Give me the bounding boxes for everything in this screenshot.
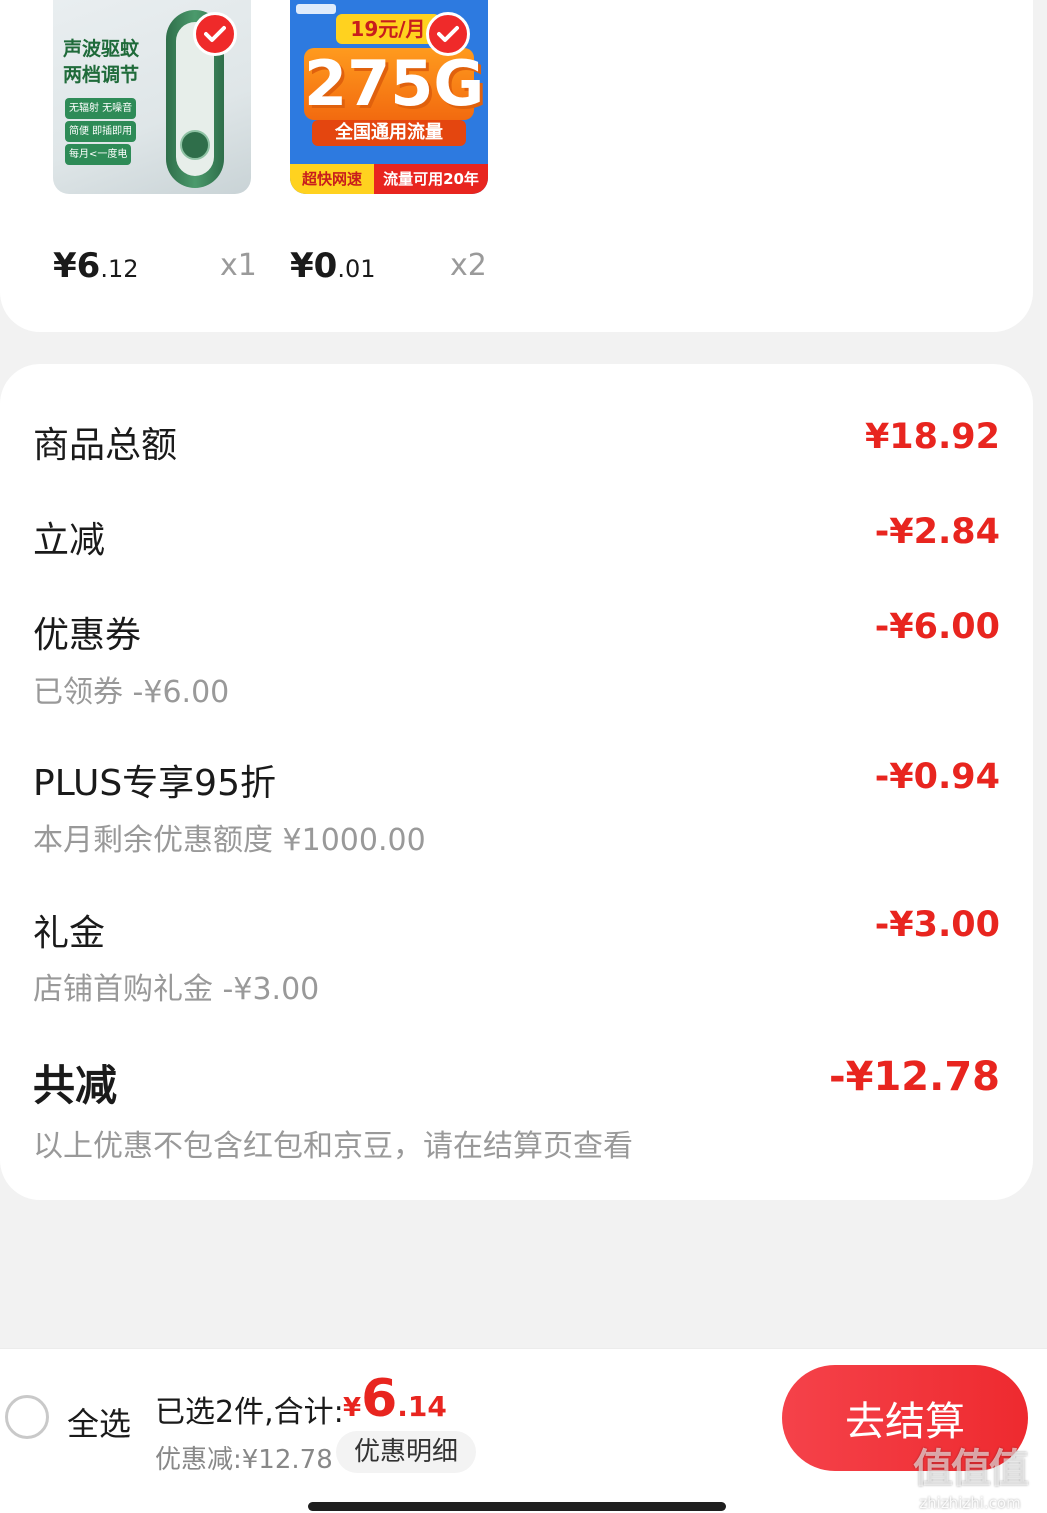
plan-price-tag: 19元/月	[336, 14, 440, 44]
home-indicator[interactable]	[308, 1502, 726, 1511]
discount-amount-text: 优惠减:¥12.78	[155, 1445, 333, 1475]
gift-sub: 店铺首购礼金 -¥3.00	[33, 972, 320, 1007]
total-amount: ¥6.14	[343, 1369, 447, 1429]
product-tag: 无辐射 无噪音	[65, 98, 137, 119]
product-quantity: x2	[450, 248, 487, 283]
plan-tag-speed: 超快网速	[290, 164, 374, 194]
instant-cut-value: -¥2.84	[874, 512, 1000, 552]
plus-discount-sub: 本月剩余优惠额度 ¥1000.00	[33, 823, 426, 858]
product-tag: 每月<一度电	[65, 144, 132, 165]
carrier-logo	[296, 4, 336, 14]
goods-total-value: ¥18.92	[864, 417, 1000, 457]
watermark-logo: 值值值	[913, 1446, 1029, 1492]
total-decimal: .14	[397, 1390, 447, 1423]
product-image-line1: 声波驱蚊	[63, 38, 140, 60]
total-cut-value: -¥12.78	[829, 1054, 1000, 1100]
coupon-sub: 已领券 -¥6.00	[33, 675, 230, 710]
product-price: ¥0.01	[290, 246, 376, 286]
coupon-value: -¥6.00	[874, 607, 1000, 647]
total-cut-label: 共减	[33, 1061, 118, 1110]
discount-detail-button[interactable]: 优惠明细	[336, 1431, 477, 1473]
plan-tag-duration: 流量可用20年	[374, 164, 488, 194]
price-integer: ¥6	[53, 246, 101, 286]
currency-symbol: ¥	[343, 1393, 362, 1423]
plus-discount-value: -¥0.94	[874, 757, 1000, 797]
discount-note: 以上优惠不包含红包和京豆，请在结算页查看	[33, 1129, 633, 1164]
site-watermark: 值值值 zhizhizhi.com	[901, 1436, 1039, 1512]
price-integer: ¥0	[290, 246, 338, 286]
product-quantity: x1	[220, 248, 257, 283]
product-price: ¥6.12	[53, 246, 139, 286]
selected-check-icon[interactable]	[426, 12, 470, 56]
price-decimal: .12	[100, 255, 139, 283]
instant-cut-label: 立减	[33, 520, 106, 561]
select-all-checkbox[interactable]	[5, 1395, 49, 1439]
total-integer: 6	[361, 1369, 398, 1429]
watermark-url: zhizhizhi.com	[919, 1494, 1021, 1512]
checkout-bar: 全选 已选2件,合计: ¥6.14 优惠减:¥12.78 优惠明细 去结算	[0, 1348, 1047, 1513]
discount-summary-card: 商品总额 ¥18.92 立减 -¥2.84 优惠券 -¥6.00 已领券 -¥6…	[0, 364, 1033, 1200]
product-image-data-plan[interactable]: 19元/月 275G 全国通用流量 超快网速 流量可用20年	[290, 0, 488, 194]
price-decimal: .01	[337, 255, 376, 283]
gift-value: -¥3.00	[874, 905, 1000, 945]
selected-check-icon[interactable]	[193, 12, 237, 56]
plan-subtitle: 全国通用流量	[312, 120, 466, 146]
goods-total-label: 商品总额	[33, 425, 178, 466]
plus-discount-label: PLUS专享95折	[33, 763, 276, 804]
gift-label: 礼金	[33, 913, 106, 954]
select-all-label[interactable]: 全选	[67, 1399, 131, 1445]
plan-data-amount: 275G	[304, 47, 485, 120]
product-image-line2: 两档调节	[63, 64, 140, 86]
products-card: 声波驱蚊 两档调节 无辐射 无噪音 简便 即插即用 每月<一度电 19元/月 2…	[0, 0, 1033, 332]
product-tag: 简便 即插即用	[65, 121, 137, 142]
coupon-label: 优惠券	[33, 615, 142, 656]
selected-count-text: 已选2件,合计:	[155, 1395, 344, 1430]
product-image-mosquito-repeller[interactable]: 声波驱蚊 两档调节 无辐射 无噪音 简便 即插即用 每月<一度电	[53, 0, 251, 194]
